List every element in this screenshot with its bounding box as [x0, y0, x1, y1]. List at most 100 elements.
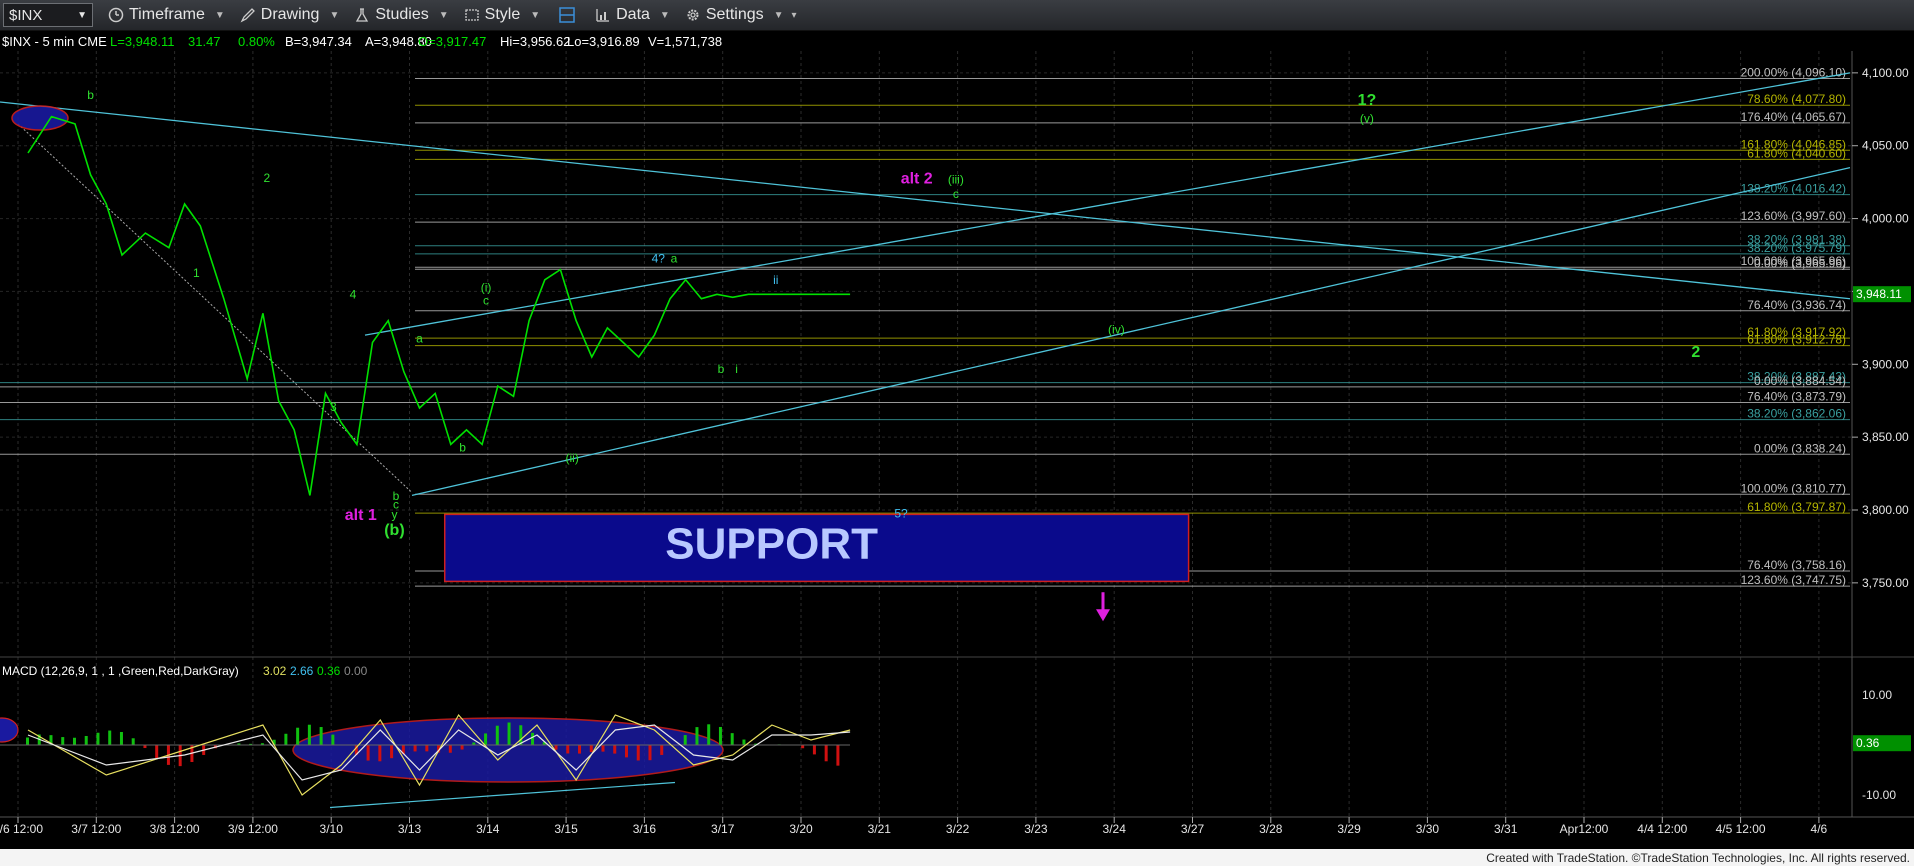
header-value: Lo=3,916.89: [567, 34, 640, 49]
time-axis-label: 3/10: [320, 822, 344, 836]
clock-icon: [107, 6, 125, 24]
macd-histogram-bar: [307, 724, 311, 745]
price-axis-label: 3,850.00: [1862, 430, 1909, 444]
macd-histogram-bar: [531, 732, 535, 745]
time-axis-label: 3/17: [711, 822, 735, 836]
wave-label: c: [483, 294, 489, 308]
fib-level-label: 100.00% (3,810.77): [1741, 481, 1846, 495]
price-axis-label: 3,800.00: [1862, 503, 1909, 517]
fib-level-label: 0.00% (3,884.54): [1754, 374, 1846, 388]
toolbar: $INX ▼ Timeframe ▼ Drawing ▼ Studies ▼ S…: [0, 0, 1914, 31]
time-axis-label: 4/4 12:00: [1637, 822, 1687, 836]
price-line: [27, 115, 851, 496]
fib-level-label: 200.00% (4,096.10): [1741, 66, 1846, 80]
header-value: V=1,571,738: [648, 34, 722, 49]
macd-histogram-bar: [319, 727, 323, 745]
macd-histogram-bar: [695, 727, 699, 745]
header-value: O=3,917.47: [418, 34, 486, 49]
price-chart[interactable]: $INX - 5 min CME L=3,948.11 31.47 0.80% B=3,…: [0, 31, 1914, 849]
wave-label: (v): [1360, 111, 1374, 125]
macd-histogram-bar: [566, 745, 570, 754]
chevron-down-icon: ▼: [773, 9, 784, 21]
macd-value: 0.00: [344, 664, 368, 678]
macd-value: 0.36: [317, 664, 341, 678]
header-value: 31.47: [188, 34, 221, 49]
down-arrow-icon: [1096, 609, 1110, 622]
price-axis-label: 4,100.00: [1862, 66, 1909, 80]
wave-label: b: [718, 362, 725, 376]
time-axis-label: 3/31: [1494, 822, 1518, 836]
wave-label: (iv): [1108, 323, 1125, 337]
time-axis-label: 3/23: [1024, 822, 1048, 836]
macd-histogram-bar: [296, 727, 300, 745]
time-axis-label: 4/6: [1811, 822, 1828, 836]
footer-bar: Created with TradeStation. ©TradeStation…: [0, 849, 1914, 866]
time-axis-label: 3/20: [789, 822, 813, 836]
macd-histogram-bar: [26, 737, 29, 745]
drawing-menu[interactable]: Drawing ▼: [239, 6, 340, 24]
macd-histogram-bar: [554, 745, 558, 750]
time-axis-label: 3/22: [946, 822, 970, 836]
wave-label: (b): [384, 522, 404, 539]
macd-histogram-bar: [460, 745, 464, 750]
settings-menu[interactable]: Settings ▼ ▾: [684, 6, 797, 24]
macd-histogram-bar: [495, 725, 499, 745]
macd-histogram-bar: [390, 745, 394, 759]
data-menu[interactable]: Data ▼: [594, 6, 670, 24]
studies-menu[interactable]: Studies ▼: [353, 6, 449, 24]
header-value: L=3,948.11: [110, 34, 174, 49]
macd-histogram-bar: [648, 745, 652, 761]
macd-ellipse-small: [0, 717, 19, 743]
studies-label: Studies: [375, 6, 429, 23]
macd-histogram-bar: [425, 745, 429, 752]
settings-label: Settings: [705, 6, 764, 23]
price-axis-label: 4,050.00: [1862, 139, 1909, 153]
chevron-down-icon: ▼: [77, 9, 87, 21]
wave-label: b: [459, 441, 466, 455]
price-axis-label: 3,900.00: [1862, 357, 1909, 371]
wave-label: i: [735, 362, 738, 376]
wave-label: (i): [481, 280, 492, 294]
layout-button[interactable]: [558, 6, 576, 24]
wave-label: b: [87, 88, 94, 102]
macd-histogram-bar: [96, 732, 100, 745]
header-value: Hi=3,956.62: [500, 34, 570, 49]
macd-histogram-bar: [484, 733, 488, 745]
wave-label: 2: [1691, 344, 1700, 361]
fib-level-label: 0.00% (3,838.24): [1754, 441, 1846, 455]
style-menu[interactable]: Style ▼: [463, 6, 540, 24]
macd-histogram-bar: [578, 745, 582, 754]
macd-histogram-bar: [108, 730, 112, 745]
price-axis-label: 4,000.00: [1862, 212, 1909, 226]
wave-label: ii: [773, 273, 778, 287]
trendline: [411, 166, 1851, 497]
time-axis-label: 3/29: [1337, 822, 1361, 836]
symbol-input[interactable]: $INX ▼: [3, 3, 93, 27]
chevron-down-icon: ▼: [329, 9, 340, 21]
wave-label: 3: [330, 400, 337, 414]
fib-level-label: 0.00% (3,965.96): [1754, 256, 1846, 270]
macd-histogram-bar: [624, 745, 628, 758]
support-label: SUPPORT: [665, 519, 878, 568]
macd-histogram-bar: [131, 738, 135, 745]
trendline: [364, 72, 1851, 336]
bar-chart-icon: [594, 6, 612, 24]
header-value: B=3,947.34: [285, 34, 352, 49]
price-axis-label: 3,750.00: [1862, 576, 1909, 590]
wave-label: 1: [193, 266, 200, 280]
macd-histogram-bar: [683, 735, 687, 745]
chevron-down-icon: ▼: [659, 9, 670, 21]
time-axis-label: 3/30: [1416, 822, 1440, 836]
time-axis-label: 3/27: [1181, 822, 1205, 836]
macd-histogram-bar: [507, 722, 511, 745]
pencil-icon: [239, 6, 257, 24]
time-axis-label: 3/7 12:00: [71, 822, 121, 836]
chevron-down-icon: ▼: [214, 9, 225, 21]
time-axis-label: 3/13: [398, 822, 422, 836]
fib-level-label: 123.60% (3,997.60): [1741, 209, 1846, 223]
wave-label: y: [391, 508, 397, 522]
macd-histogram-bar: [155, 745, 159, 759]
timeframe-menu[interactable]: Timeframe ▼: [107, 6, 225, 24]
macd-last-label: 0.36: [1856, 736, 1880, 750]
fib-level-label: 61.80% (3,912.78): [1747, 333, 1846, 347]
